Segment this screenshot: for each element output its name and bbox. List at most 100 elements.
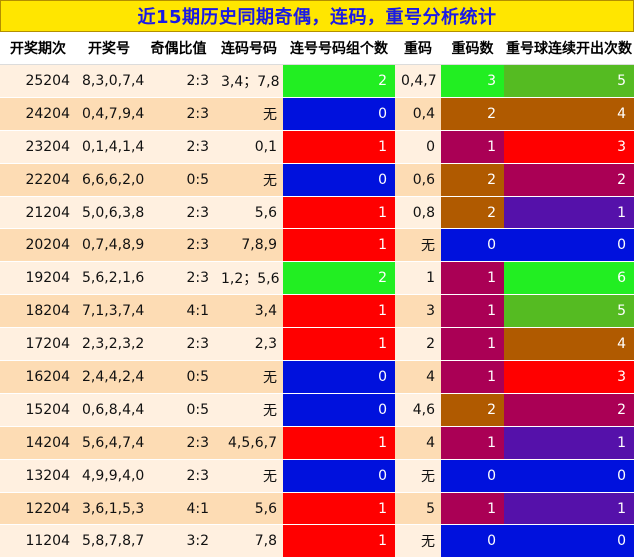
cell-streak: 1 [504,426,634,459]
cell-streak: 2 [504,393,634,426]
cell-streak: 1 [504,196,634,229]
table-row: 192045,6,2,1,62:31,2；5,62116 [0,262,634,295]
cell-consec: 无 [215,97,283,130]
cell-ratio: 2:3 [142,328,215,361]
cell-streak: 2 [504,163,634,196]
cell-streak: 3 [504,130,634,163]
table-row: 182047,1,3,7,44:13,41315 [0,295,634,328]
cell-ratio: 2:3 [142,229,215,262]
cell-issue: 24204 [0,97,76,130]
cell-numbers: 2,4,4,2,4 [76,361,142,394]
cell-issue: 17204 [0,328,76,361]
stats-page: 近15期历史同期奇偶，连码，重号分析统计 开奖期次 开奖号 奇偶比值 连码号码 … [0,0,634,552]
cell-numbers: 0,7,4,8,9 [76,229,142,262]
table-row: 152040,6,8,4,40:5无04,622 [0,393,634,426]
cell-numbers: 0,4,7,9,4 [76,97,142,130]
table-row: 232040,1,4,1,42:30,11013 [0,130,634,163]
table-body: 252048,3,0,7,42:33,4；7,820,4,735242040,4… [0,65,634,557]
header-repeat-count: 重码数 [441,32,504,65]
cell-groups: 0 [283,361,395,394]
cell-groups: 1 [283,229,395,262]
table-row: 202040,7,4,8,92:37,8,91无00 [0,229,634,262]
cell-issue: 25204 [0,65,76,98]
cell-repeat: 2 [395,328,441,361]
cell-issue: 12204 [0,492,76,525]
cell-groups: 1 [283,196,395,229]
cell-streak: 0 [504,525,634,557]
cell-repeat: 1 [395,262,441,295]
cell-streak: 6 [504,262,634,295]
cell-issue: 14204 [0,426,76,459]
cell-repeat: 0 [395,130,441,163]
cell-consec: 5,6 [215,492,283,525]
cell-numbers: 5,6,2,1,6 [76,262,142,295]
cell-groups: 0 [283,97,395,130]
cell-repeat-count: 2 [441,196,504,229]
cell-repeat: 4 [395,426,441,459]
cell-repeat-count: 1 [441,328,504,361]
cell-ratio: 0:5 [142,163,215,196]
table-row: 252048,3,0,7,42:33,4；7,820,4,735 [0,65,634,98]
page-title: 近15期历史同期奇偶，连码，重号分析统计 [0,0,634,32]
cell-consec: 7,8 [215,525,283,557]
cell-repeat-count: 1 [441,361,504,394]
cell-streak: 5 [504,295,634,328]
table-row: 112045,8,7,8,73:27,81无00 [0,525,634,557]
table-row: 222046,6,6,2,00:5无00,622 [0,163,634,196]
cell-numbers: 5,6,4,7,4 [76,426,142,459]
table-row: 132044,9,9,4,02:3无0无00 [0,459,634,492]
cell-repeat: 无 [395,525,441,557]
cell-streak: 1 [504,492,634,525]
cell-streak: 4 [504,97,634,130]
cell-repeat: 0,4,7 [395,65,441,98]
cell-groups: 0 [283,459,395,492]
cell-numbers: 8,3,0,7,4 [76,65,142,98]
cell-numbers: 7,1,3,7,4 [76,295,142,328]
cell-groups: 2 [283,65,395,98]
stats-table: 开奖期次 开奖号 奇偶比值 连码号码 连号号码组个数 重码 重码数 重号球连续开… [0,32,634,557]
cell-repeat-count: 1 [441,262,504,295]
header-groups: 连号号码组个数 [283,32,395,65]
cell-ratio: 2:3 [142,426,215,459]
cell-issue: 13204 [0,459,76,492]
cell-streak: 3 [504,361,634,394]
cell-consec: 4,5,6,7 [215,426,283,459]
cell-numbers: 3,6,1,5,3 [76,492,142,525]
cell-numbers: 5,8,7,8,7 [76,525,142,557]
cell-ratio: 0:5 [142,393,215,426]
cell-ratio: 2:3 [142,130,215,163]
cell-repeat-count: 2 [441,393,504,426]
cell-numbers: 2,3,2,3,2 [76,328,142,361]
cell-ratio: 2:3 [142,262,215,295]
header-consec: 连码号码 [215,32,283,65]
cell-repeat: 0,4 [395,97,441,130]
cell-issue: 15204 [0,393,76,426]
cell-issue: 18204 [0,295,76,328]
cell-numbers: 5,0,6,3,8 [76,196,142,229]
header-issue: 开奖期次 [0,32,76,65]
cell-consec: 3,4；7,8 [215,65,283,98]
cell-repeat: 4 [395,361,441,394]
table-row: 122043,6,1,5,34:15,61511 [0,492,634,525]
cell-repeat-count: 0 [441,459,504,492]
cell-streak: 4 [504,328,634,361]
cell-issue: 11204 [0,525,76,557]
header-row: 开奖期次 开奖号 奇偶比值 连码号码 连号号码组个数 重码 重码数 重号球连续开… [0,32,634,65]
cell-consec: 无 [215,361,283,394]
cell-consec: 3,4 [215,295,283,328]
cell-repeat-count: 2 [441,97,504,130]
cell-issue: 21204 [0,196,76,229]
cell-issue: 19204 [0,262,76,295]
cell-groups: 1 [283,426,395,459]
header-numbers: 开奖号 [76,32,142,65]
cell-repeat-count: 1 [441,492,504,525]
cell-ratio: 4:1 [142,492,215,525]
cell-ratio: 2:3 [142,97,215,130]
cell-consec: 无 [215,459,283,492]
cell-ratio: 2:3 [142,196,215,229]
cell-groups: 1 [283,130,395,163]
cell-numbers: 0,6,8,4,4 [76,393,142,426]
cell-repeat: 无 [395,229,441,262]
cell-repeat-count: 2 [441,163,504,196]
cell-repeat-count: 0 [441,229,504,262]
